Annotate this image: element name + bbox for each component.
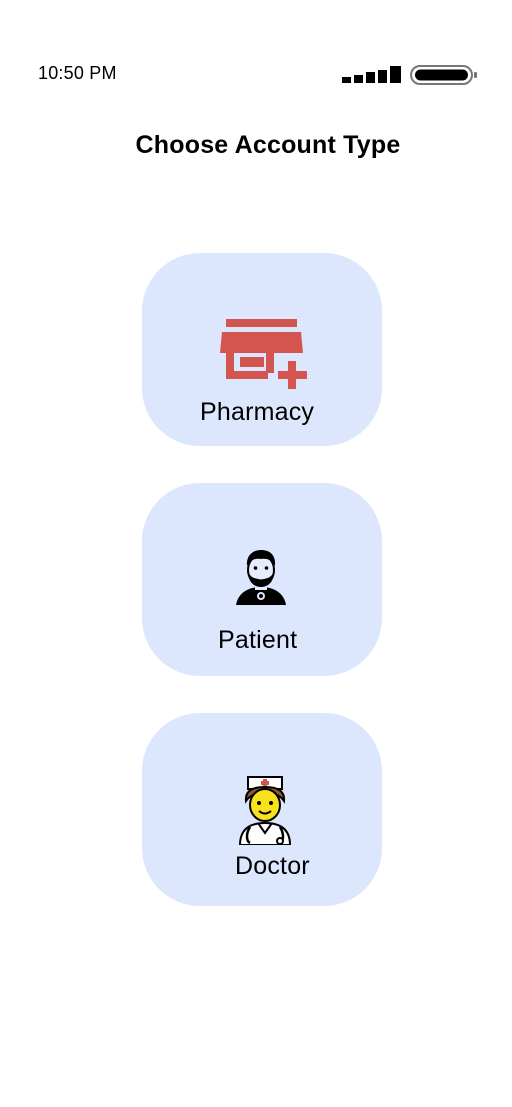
patient-option-card[interactable]: Patient	[142, 483, 382, 676]
pharmacy-option-label: Pharmacy	[200, 398, 315, 426]
status-bar: 10:50 PM	[0, 0, 512, 110]
status-time: 10:50 PM	[38, 63, 117, 83]
battery-icon	[410, 65, 477, 85]
doctor-option-label: Doctor	[235, 852, 310, 880]
doctor-option-card[interactable]: Doctor	[142, 713, 382, 906]
doctor-avatar-icon	[238, 776, 292, 845]
pharmacy-option-card[interactable]: Pharmacy	[142, 253, 382, 446]
page-title: Choose Account Type	[135, 131, 401, 159]
cellular-signal-icon	[342, 66, 401, 83]
patient-avatar-icon	[236, 550, 286, 605]
pharmacy-store-icon	[220, 319, 307, 389]
patient-option-label: Patient	[218, 626, 298, 654]
